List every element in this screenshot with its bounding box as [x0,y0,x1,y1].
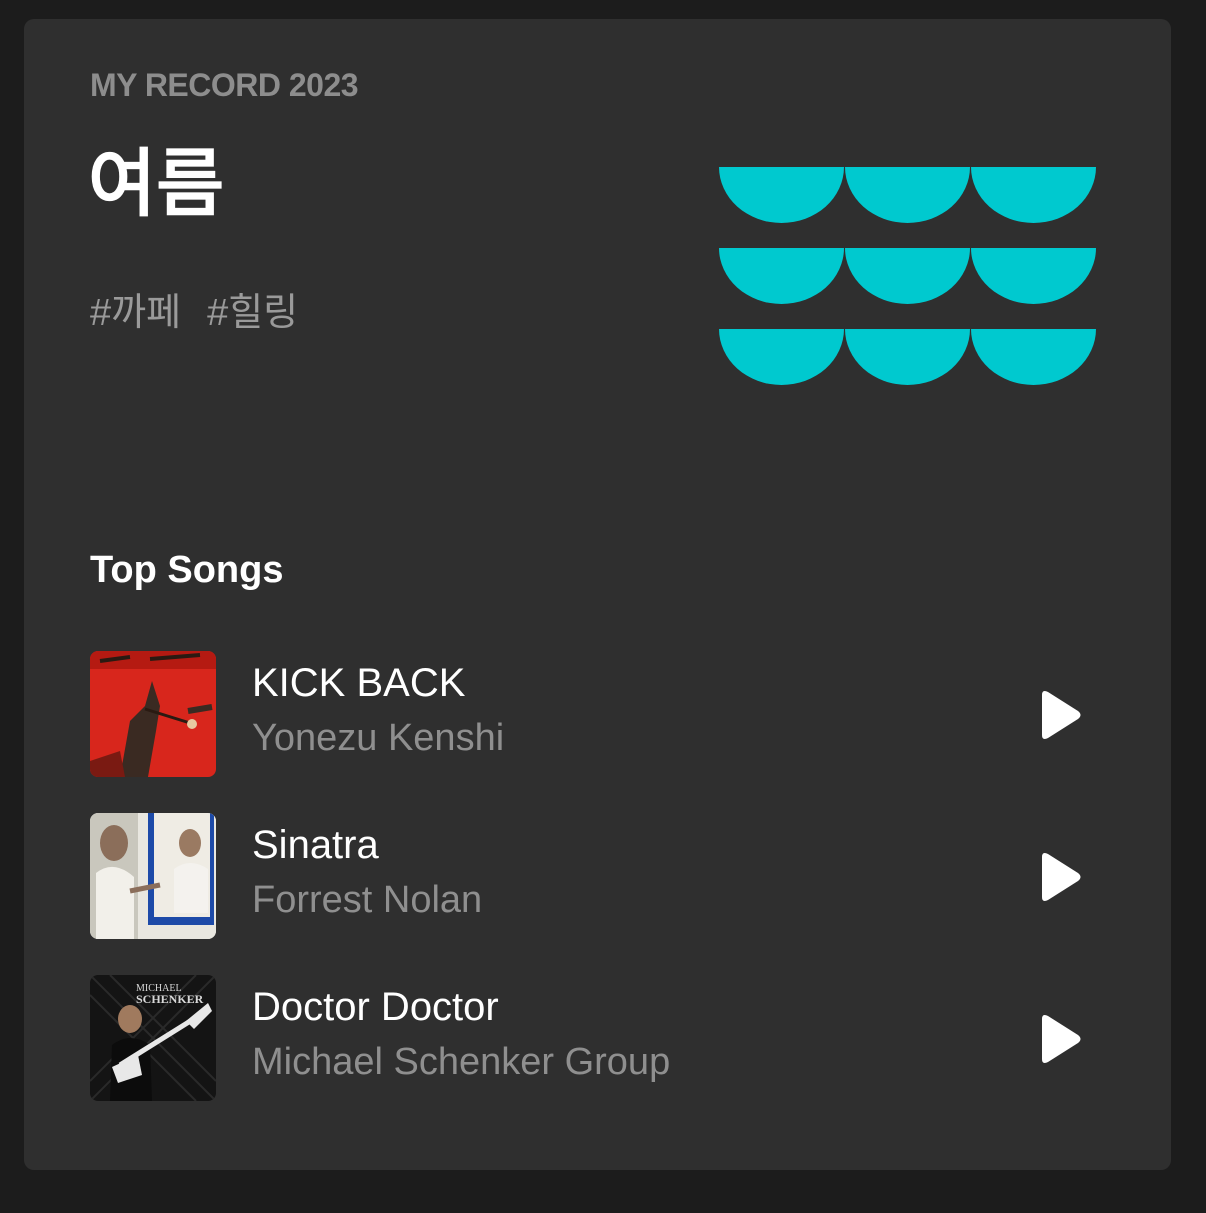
play-icon[interactable] [1036,1013,1084,1065]
song-row[interactable]: MICHAEL SCHENKER Doctor Doctor Michael S… [90,975,1100,1103]
play-icon[interactable] [1036,689,1084,741]
song-title: Sinatra [252,823,379,867]
song-title: Doctor Doctor [252,985,499,1029]
svg-text:SCHENKER: SCHENKER [136,992,204,1006]
song-row[interactable]: Sinatra Forrest Nolan [90,813,1100,941]
tag[interactable]: #힐링 [207,281,298,336]
album-cover-image: MICHAEL SCHENKER [90,975,216,1101]
album-cover-image [90,813,216,939]
song-artist: Yonezu Kenshi [252,717,505,759]
song-artist: Michael Schenker Group [252,1041,671,1083]
top-songs-heading: Top Songs [90,549,284,591]
tag-list: #까페 #힐링 [90,281,298,336]
season-title: 여름 [88,142,225,225]
song-artist: Forrest Nolan [252,879,483,921]
record-year-label: MY RECORD 2023 [90,67,359,103]
tag[interactable]: #까페 [90,281,181,336]
play-icon[interactable] [1036,851,1084,903]
song-row[interactable]: KICK BACK Yonezu Kenshi [90,651,1100,779]
album-cover-image [90,651,216,777]
semicircle-pattern-graphic [719,167,1096,385]
song-title: KICK BACK [252,661,466,705]
record-card: MY RECORD 2023 여름 #까페 #힐링 Top Songs KICK… [24,19,1171,1170]
